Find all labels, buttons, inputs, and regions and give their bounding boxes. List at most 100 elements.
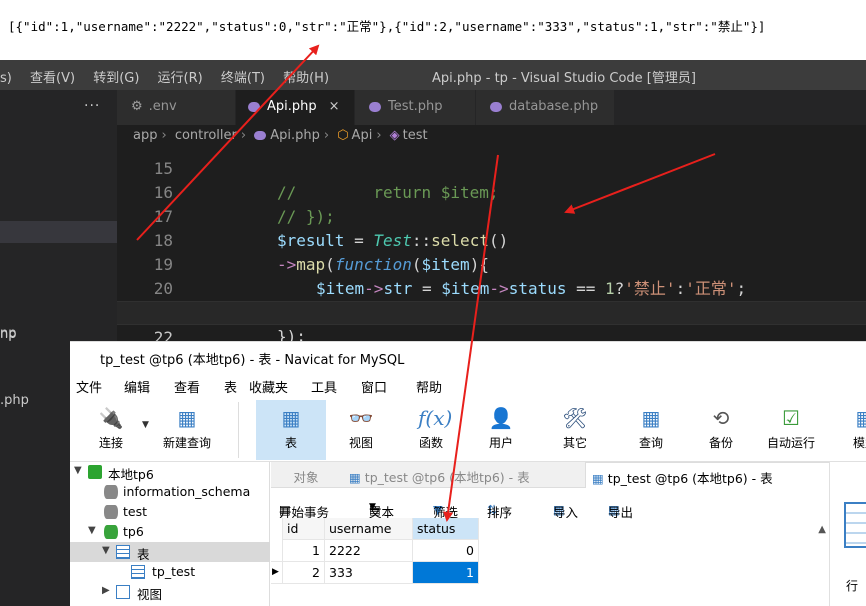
cell-status[interactable]: 0 [413,540,479,562]
tab-objects[interactable]: 对象 [271,462,341,488]
column-header-id[interactable]: id [283,518,325,540]
menu-window[interactable]: 窗口 [361,377,387,396]
data-grid[interactable]: id username status 1 2222 0 ▶ 2 333 1 [271,518,831,606]
tab-label: database.php [509,99,599,114]
table-row[interactable]: 1 2222 0 [271,540,481,562]
menu-favorites[interactable]: 收藏夹 [249,377,288,396]
tree-item-database[interactable]: ▼ tp6 [70,522,270,542]
close-icon[interactable]: × [329,99,340,114]
column-header-username[interactable]: username [325,518,413,540]
connection-tree: ▼ 本地tp6 information_schema test ▼ tp6 ▼ … [70,462,270,606]
chevron-right-icon[interactable]: ▶ [102,585,110,596]
query-icon: ▦ [641,406,661,430]
vscode-title-bar: s) 查看(V) 转到(G) 运行(R) 终端(T) 帮助(H) Api.php… [0,60,866,90]
window-title: Api.php - tp - Visual Studio Code [管理员] [432,71,696,86]
navicat-menu-bar: 文件 编辑 查看 表 收藏夹 工具 窗口 帮助 [70,372,866,398]
gear-icon: ⚙ [131,99,143,114]
chevron-down-icon[interactable]: ▼ [74,465,82,476]
menu-help[interactable]: 帮助 [416,377,442,396]
menu-file[interactable]: 文件 [76,377,102,396]
tools-icon: 🛠 [562,406,588,430]
chevron-down-icon[interactable]: ▼ [102,545,110,556]
backup-icon: ⟲ [712,406,730,430]
table-row[interactable]: ▶ 2 333 1 [271,562,481,584]
code-editor[interactable]: 15 // return $item; 16 // }); 17 $result… [117,147,866,345]
model-button[interactable]: ▦模型 [830,400,866,460]
cell-id[interactable]: 1 [283,540,325,562]
user-icon: 👤 [488,406,514,430]
menu-item-selection[interactable]: s) [0,71,12,86]
menu-item-terminal[interactable]: 终端(T) [221,67,265,86]
database-icon [104,525,118,539]
more-actions-icon[interactable]: ··· [84,98,100,114]
others-button[interactable]: 🛠 其它 [540,400,610,460]
explorer-item-fragment[interactable]: .php [0,393,29,408]
menu-item-view[interactable]: 查看(V) [30,67,75,86]
navicat-title: tp_test @tp6 (本地tp6) - 表 - Navicat for M… [70,342,866,372]
connect-button[interactable]: 🔌 连接 [76,400,146,460]
backup-button[interactable]: ⟲ 备份 [686,400,756,460]
navicat-window: tp_test @tp6 (本地tp6) - 表 - Navicat for M… [70,341,866,606]
tab-label: Api.php [267,99,317,114]
menu-view[interactable]: 查看 [174,377,200,396]
tab-test-php[interactable]: Test.php [355,90,475,125]
new-query-icon: ▦ [177,406,197,430]
table-data-pane: 对象 ▦ tp_test @tp6 (本地tp6) - 表 ▦ tp_test … [271,462,866,606]
tree-item-connection[interactable]: ▼ 本地tp6 [70,462,270,482]
php-icon [248,101,260,112]
chevron-down-icon[interactable]: ▼ [88,525,96,536]
cell-username[interactable]: 2222 [325,540,413,562]
cell-status-selected[interactable]: 1 [413,562,479,584]
table-icon: ▦ [592,471,608,486]
table-icon [116,545,130,559]
table-button[interactable]: ▦ 表 [256,400,326,460]
tab-table-active[interactable]: ▦ tp_test @tp6 (本地tp6) - 表 [585,462,830,488]
vscode-window: s) 查看(V) 转到(G) 运行(R) 终端(T) 帮助(H) Api.php… [0,60,866,345]
column-header-status[interactable]: status [413,518,479,540]
tree-item-tables[interactable]: ▼ 表 [70,542,270,562]
menu-item-help[interactable]: 帮助(H) [283,67,329,86]
schedule-icon: ☑ [782,406,800,430]
schedule-button[interactable]: ☑ 自动运行 [756,400,826,460]
explorer-item-fragment[interactable]: np [0,327,17,342]
menu-tools[interactable]: 工具 [311,377,337,396]
info-label: 行 [846,579,859,593]
query-button[interactable]: ▦ 查询 [616,400,686,460]
menu-item-run[interactable]: 运行(R) [158,67,203,86]
function-icon: f(x) [418,406,453,430]
code-line: 21 }); [117,277,866,345]
function-button[interactable]: f(x) 函数 [396,400,466,460]
tree-item-database[interactable]: information_schema [70,482,270,502]
tab-database-php[interactable]: database.php [476,90,614,125]
tree-item-database[interactable]: test [70,502,270,522]
menu-edit[interactable]: 编辑 [124,377,150,396]
toolbar-divider [238,402,239,458]
code-line: 16 // }); [117,157,866,226]
chevron-down-icon[interactable]: ▼ [142,420,149,430]
code-line-current: 22 return json($result); [117,301,866,345]
json-response-text: [{"id":1,"username":"2222","status":0,"s… [0,0,866,60]
view-button[interactable]: 👓 视图 [326,400,396,460]
cell-username[interactable]: 333 [325,562,413,584]
vscode-menu-bar: s) 查看(V) 转到(G) 运行(R) 终端(T) 帮助(H) [0,67,343,86]
connection-icon [88,465,102,479]
menu-item-go[interactable]: 转到(G) [93,67,139,86]
row-marker [271,518,283,540]
user-button[interactable]: 👤 用户 [466,400,536,460]
code-line: 20 return $item; [117,253,866,322]
tree-item-views[interactable]: ▶ 视图 [70,582,270,602]
tab-env[interactable]: ⚙ .env [117,90,235,125]
cell-id[interactable]: 2 [283,562,325,584]
tab-label: .env [148,99,177,114]
chevron-down-icon: ▼ [369,502,376,512]
tab-api-php[interactable]: Api.php × [236,90,354,125]
model-icon: ▦ [852,406,866,430]
view-icon: 👓 [348,406,374,430]
grid-header-row: id username status [271,518,481,540]
explorer-selected-item[interactable] [0,221,117,243]
menu-table[interactable]: 表 [224,377,237,396]
tab-table-inactive[interactable]: ▦ tp_test @tp6 (本地tp6) - 表 [343,462,583,488]
new-query-button[interactable]: ▦ 新建查询 [152,400,222,460]
table-icon: ▦ [281,406,301,430]
tree-item-table[interactable]: tp_test [70,562,270,582]
